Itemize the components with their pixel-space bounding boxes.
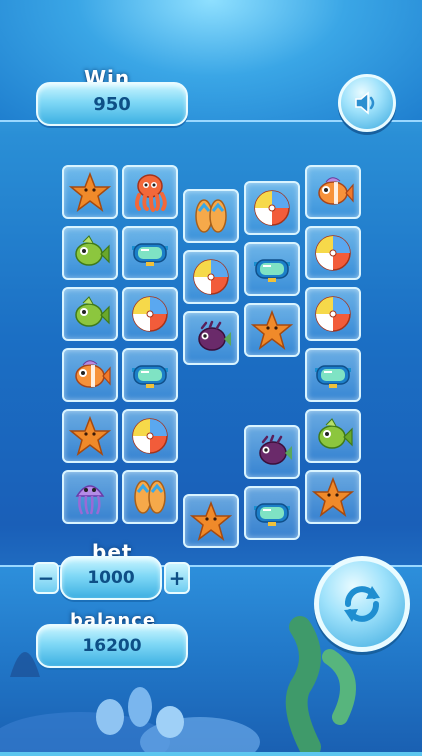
balance-display: 16200 xyxy=(36,624,188,668)
bet-increase-button[interactable]: + xyxy=(164,562,190,594)
octopus-icon xyxy=(135,174,167,212)
minus-icon: − xyxy=(37,566,55,590)
fish-green-icon xyxy=(75,296,110,327)
tile[interactable] xyxy=(183,311,239,365)
ball-icon xyxy=(132,418,168,454)
tile[interactable] xyxy=(244,486,300,540)
fish-clown-icon xyxy=(75,360,111,388)
sound-button[interactable] xyxy=(338,74,396,132)
tile[interactable] xyxy=(62,470,118,524)
tile[interactable] xyxy=(244,303,300,357)
starfish-icon xyxy=(69,415,111,456)
tile[interactable] xyxy=(122,348,178,402)
refresh-icon xyxy=(344,586,380,622)
ball-icon xyxy=(193,259,229,295)
tile[interactable] xyxy=(62,165,118,219)
tile[interactable] xyxy=(122,470,178,524)
goggles-icon xyxy=(254,503,290,526)
tile[interactable] xyxy=(183,250,239,304)
tile[interactable] xyxy=(244,425,300,479)
tile[interactable] xyxy=(122,226,178,280)
tile[interactable] xyxy=(305,226,361,280)
tile[interactable] xyxy=(122,287,178,341)
bet-value: 1000 xyxy=(87,568,135,588)
win-display: 950 xyxy=(36,82,188,126)
flipflops-icon xyxy=(134,480,166,514)
plus-icon: + xyxy=(168,566,186,590)
goggles-icon xyxy=(315,365,351,388)
tile[interactable] xyxy=(122,409,178,463)
flipflops-icon xyxy=(195,199,227,233)
goggles-icon xyxy=(254,259,290,282)
starfish-icon xyxy=(69,171,111,212)
starfish-icon xyxy=(312,476,354,517)
tile[interactable] xyxy=(183,494,239,548)
tile[interactable] xyxy=(305,409,361,463)
ball-icon xyxy=(315,235,351,271)
tile[interactable] xyxy=(305,165,361,219)
starfish-icon xyxy=(190,500,232,541)
tile[interactable] xyxy=(183,189,239,243)
balance-value: 16200 xyxy=(82,636,142,656)
ball-icon xyxy=(254,190,290,226)
tile[interactable] xyxy=(244,242,300,296)
tile[interactable] xyxy=(305,287,361,341)
starfish-icon xyxy=(251,309,293,350)
ball-icon xyxy=(315,296,351,332)
goggles-icon xyxy=(132,365,168,388)
tile[interactable] xyxy=(305,348,361,402)
tile[interactable] xyxy=(62,287,118,341)
speaker-icon xyxy=(355,91,375,115)
tile[interactable] xyxy=(62,348,118,402)
ball-icon xyxy=(132,296,168,332)
tile[interactable] xyxy=(62,226,118,280)
jellyfish-icon xyxy=(75,485,105,515)
tile[interactable] xyxy=(122,165,178,219)
bet-decrease-button[interactable]: − xyxy=(33,562,59,594)
tile[interactable] xyxy=(244,181,300,235)
spin-button[interactable] xyxy=(314,556,410,652)
fish-clown-icon xyxy=(318,177,354,205)
win-value: 950 xyxy=(93,93,131,115)
urchin-fish-icon xyxy=(259,434,292,465)
fish-green-icon xyxy=(318,418,353,449)
bet-display: 1000 xyxy=(60,556,162,600)
tile[interactable] xyxy=(62,409,118,463)
fish-green-icon xyxy=(75,235,110,266)
urchin-fish-icon xyxy=(198,320,231,351)
goggles-icon xyxy=(132,243,168,266)
tile[interactable] xyxy=(305,470,361,524)
